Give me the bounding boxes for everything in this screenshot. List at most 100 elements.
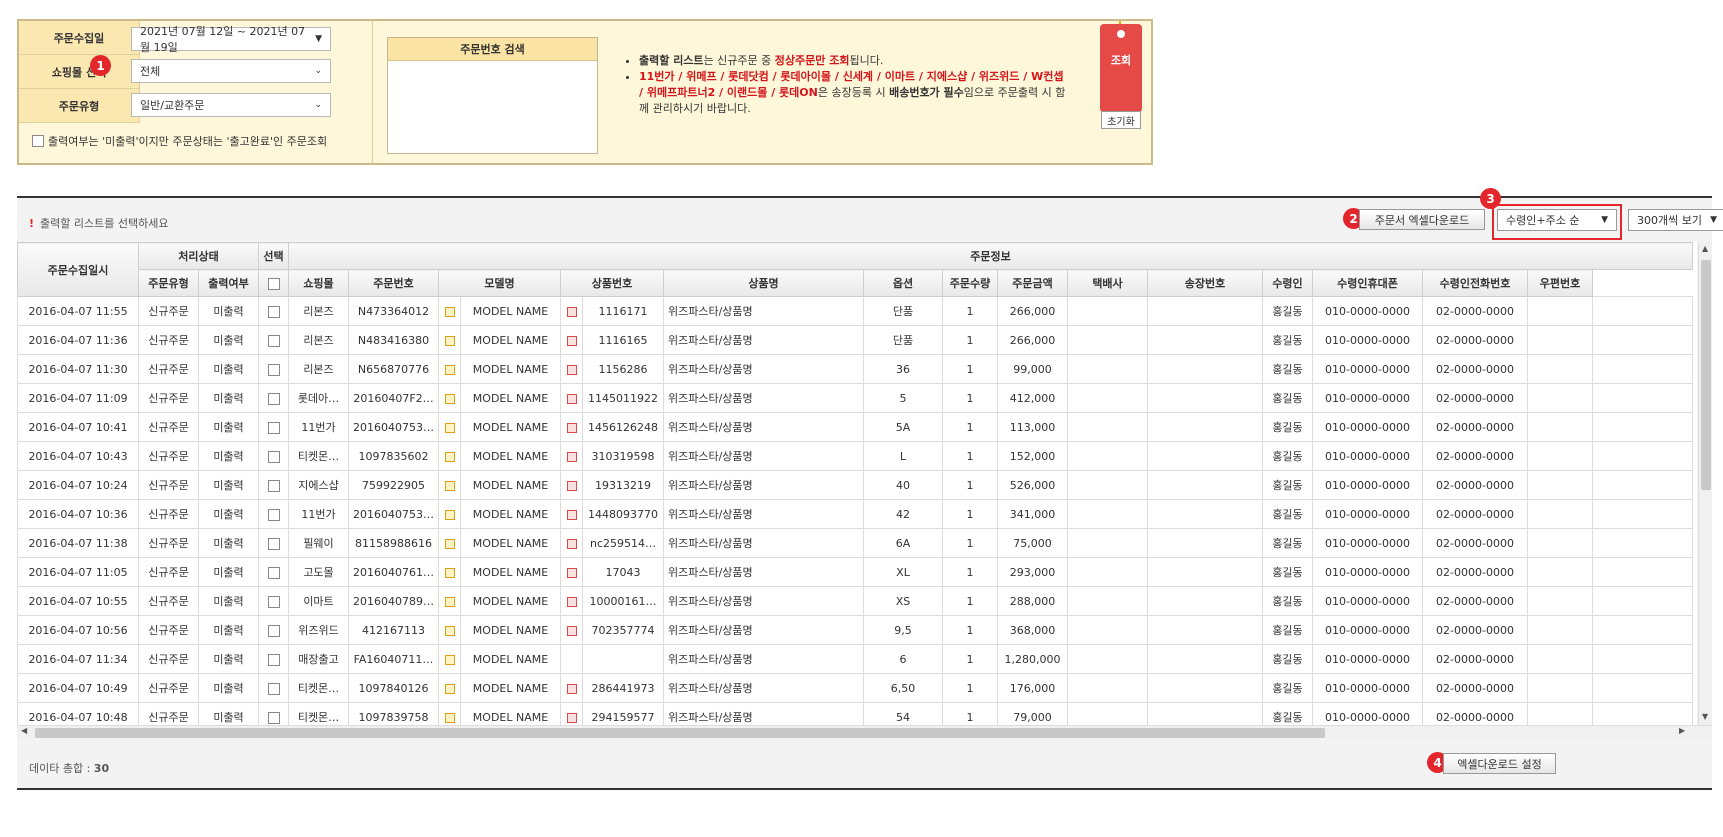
- row-checkbox[interactable]: [267, 479, 280, 492]
- memo-icon[interactable]: [444, 422, 455, 433]
- table-cell: [1147, 702, 1263, 725]
- scroll-up-icon[interactable]: ▲: [1702, 244, 1708, 253]
- table-row[interactable]: 2016-04-07 10:24 신규주문 미출력 지에스샵 759922905 MODE…: [17, 470, 1693, 500]
- table-row[interactable]: 2016-04-07 11:34 신규주문 미출력 매장출고 FA16040711… MO…: [17, 644, 1693, 674]
- table-cell: 위즈파스타/상품명: [663, 673, 864, 703]
- scroll-left-icon[interactable]: ◀: [21, 726, 27, 735]
- horizontal-scrollbar[interactable]: ◀ ▶: [17, 725, 1712, 739]
- row-select-cell: [258, 412, 289, 442]
- memo-icon[interactable]: [444, 393, 455, 404]
- product-link-icon[interactable]: [566, 451, 577, 462]
- reset-button[interactable]: 초기화: [1101, 111, 1141, 129]
- table-row[interactable]: 2016-04-07 11:36 신규주문 미출력 리본즈 N483416380 MODE…: [17, 325, 1693, 355]
- product-link-icon[interactable]: [566, 567, 577, 578]
- horizontal-scroll-thumb[interactable]: [35, 728, 1325, 738]
- table-cell: 홍길동: [1262, 702, 1313, 725]
- row-checkbox[interactable]: [267, 363, 280, 376]
- table-cell: [1147, 325, 1263, 355]
- product-link-icon[interactable]: [566, 509, 577, 520]
- date-range-picker[interactable]: 2021년 07월 12일 ~ 2021년 07월 19일 ▼: [131, 25, 331, 54]
- row-checkbox[interactable]: [267, 450, 280, 463]
- table-row[interactable]: 2016-04-07 10:36 신규주문 미출력 11번가 2016040753… MO…: [17, 499, 1693, 529]
- vertical-scrollbar[interactable]: ▲ ▼: [1698, 242, 1712, 725]
- table-row[interactable]: 2016-04-07 11:09 신규주문 미출력 롯데아… 20160407F2… MO…: [17, 383, 1693, 413]
- memo-icon[interactable]: [444, 480, 455, 491]
- product-link-icon[interactable]: [566, 625, 577, 636]
- table-cell: 홍길동: [1262, 499, 1313, 529]
- table-row[interactable]: 2016-04-07 10:48 신규주문 미출력 티켓몬… 1097839758 MOD…: [17, 702, 1693, 725]
- memo-icon[interactable]: [444, 509, 455, 520]
- table-row[interactable]: 2016-04-07 10:56 신규주문 미출력 위즈위드 412167113 MODE…: [17, 615, 1693, 645]
- row-checkbox[interactable]: [267, 305, 280, 318]
- table-cell: 288,000: [997, 586, 1068, 616]
- table-cell: MODEL NAME: [460, 615, 561, 645]
- memo-icon-cell: [438, 644, 461, 674]
- scroll-down-icon[interactable]: ▼: [1702, 712, 1708, 721]
- row-checkbox[interactable]: [267, 537, 280, 550]
- mall-select[interactable]: 전체 ⌄: [131, 59, 331, 83]
- table-cell: 2016-04-07 11:30: [17, 354, 139, 384]
- table-row[interactable]: 2016-04-07 10:55 신규주문 미출력 이마트 2016040789… MOD…: [17, 586, 1693, 616]
- row-checkbox[interactable]: [267, 682, 280, 695]
- memo-icon[interactable]: [444, 306, 455, 317]
- table-row[interactable]: 2016-04-07 10:41 신규주문 미출력 11번가 2016040753… MO…: [17, 412, 1693, 442]
- memo-icon[interactable]: [444, 596, 455, 607]
- row-checkbox[interactable]: [267, 421, 280, 434]
- vertical-scroll-thumb[interactable]: [1701, 260, 1711, 490]
- memo-icon[interactable]: [444, 567, 455, 578]
- row-checkbox[interactable]: [267, 653, 280, 666]
- table-row[interactable]: 2016-04-07 11:38 신규주문 미출력 필웨이 81158988616 MOD…: [17, 528, 1693, 558]
- table-row[interactable]: 2016-04-07 11:55 신규주문 미출력 리본즈 N473364012 MODE…: [17, 296, 1693, 326]
- scroll-right-icon[interactable]: ▶: [1679, 726, 1685, 735]
- memo-icon[interactable]: [444, 451, 455, 462]
- page-size-select[interactable]: 300개씩 보기 ▼: [1628, 209, 1723, 231]
- order-type-select[interactable]: 일반/교환주문 ⌄: [131, 93, 331, 117]
- table-cell: 위즈파스타/상품명: [663, 644, 864, 674]
- product-link-icon[interactable]: [566, 712, 577, 723]
- select-all-checkbox[interactable]: [267, 277, 280, 290]
- product-link-icon[interactable]: [566, 335, 577, 346]
- col-header-14: 수령인전화번호: [1422, 269, 1528, 297]
- table-cell: [1147, 470, 1263, 500]
- table-cell: 010-0000-0000: [1312, 557, 1423, 587]
- row-checkbox[interactable]: [267, 566, 280, 579]
- row-checkbox[interactable]: [267, 392, 280, 405]
- memo-icon[interactable]: [444, 538, 455, 549]
- shipped-filter-checkbox[interactable]: [32, 135, 44, 147]
- memo-icon[interactable]: [444, 335, 455, 346]
- row-checkbox[interactable]: [267, 595, 280, 608]
- memo-icon[interactable]: [444, 364, 455, 375]
- memo-icon-cell: [438, 557, 461, 587]
- row-checkbox[interactable]: [267, 711, 280, 724]
- memo-icon[interactable]: [444, 654, 455, 665]
- row-checkbox[interactable]: [267, 624, 280, 637]
- product-link-icon[interactable]: [566, 422, 577, 433]
- product-link-icon[interactable]: [566, 364, 577, 375]
- excel-download-button[interactable]: 주문서 엑셀다운로드: [1359, 209, 1485, 230]
- sort-select[interactable]: 수령인+주소 순 ▼: [1497, 209, 1617, 231]
- product-link-icon[interactable]: [566, 393, 577, 404]
- tag-hole-icon: [1117, 30, 1125, 38]
- memo-icon[interactable]: [444, 712, 455, 723]
- table-cell: 필웨이: [288, 528, 349, 558]
- order-number-search-input[interactable]: [388, 61, 597, 153]
- row-checkbox[interactable]: [267, 508, 280, 521]
- table-cell: [1147, 383, 1263, 413]
- row-checkbox[interactable]: [267, 334, 280, 347]
- product-link-icon[interactable]: [566, 538, 577, 549]
- table-row[interactable]: 2016-04-07 11:05 신규주문 미출력 고도몰 2016040761… MOD…: [17, 557, 1693, 587]
- table-row[interactable]: 2016-04-07 10:43 신규주문 미출력 티켓몬… 1097835602 MOD…: [17, 441, 1693, 471]
- product-link-icon[interactable]: [566, 596, 577, 607]
- product-link-icon[interactable]: [566, 480, 577, 491]
- table-row[interactable]: 2016-04-07 11:30 신규주문 미출력 리본즈 N656870776 MODE…: [17, 354, 1693, 384]
- table-row[interactable]: 2016-04-07 10:49 신규주문 미출력 티켓몬… 1097840126 MOD…: [17, 673, 1693, 703]
- order-table: 주문수집일시 처리상태 선택 주문정보 주문유형 출력여부 쇼핑몰 주문번호 모델명 상품…: [17, 242, 1693, 725]
- memo-icon[interactable]: [444, 683, 455, 694]
- table-cell: 1156286: [582, 354, 664, 384]
- product-link-icon[interactable]: [566, 683, 577, 694]
- product-link-icon[interactable]: [566, 306, 577, 317]
- search-button[interactable]: 조회: [1100, 24, 1142, 114]
- table-cell: 2016040789…: [348, 586, 439, 616]
- excel-settings-button[interactable]: 엑셀다운로드 설정: [1443, 753, 1556, 774]
- memo-icon[interactable]: [444, 625, 455, 636]
